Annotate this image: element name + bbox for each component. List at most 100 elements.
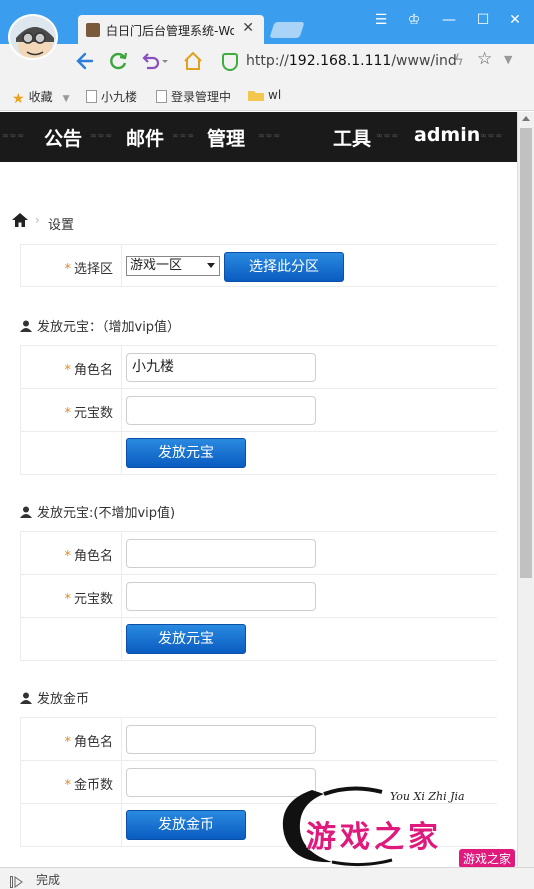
dropdown-arrow-icon <box>207 263 215 268</box>
star-icon: ★ <box>12 91 25 107</box>
submit-row: 发放元宝 <box>20 432 497 475</box>
required-star: * <box>64 406 71 421</box>
role-name-input[interactable] <box>126 725 316 754</box>
bookmark-label: 收藏 <box>28 90 53 104</box>
address-dropdown-icon[interactable]: ▼ <box>504 53 512 66</box>
amount-label: * 元宝数 <box>64 592 113 607</box>
send-ingot-novip-button[interactable]: 发放元宝 <box>126 624 246 654</box>
refresh-icon[interactable] <box>107 50 129 77</box>
browser-navbar: http://192.168.1.111/www/inde ϟ ☆ ▼ <box>0 44 534 80</box>
label-cell <box>20 804 122 846</box>
decoration: ∞∞∞ <box>90 131 113 140</box>
top-navigation: ∞∞∞ 公告 ∞∞∞ 邮件 ∞∞∞ 管理 ∞∞∞ 工具 ∞∞∞ admin ∞∞… <box>0 112 517 162</box>
chevron-right-icon: › <box>35 213 40 227</box>
required-star: * <box>64 592 71 607</box>
status-text: 完成 <box>36 873 61 887</box>
user-icon <box>20 692 32 708</box>
sidebar-toggle-icon[interactable] <box>10 873 24 889</box>
label-cell: * 选择区 <box>20 245 122 286</box>
role-row: * 角色名 小九楼 <box>20 346 497 389</box>
amount-label: * 元宝数 <box>64 406 113 421</box>
undo-icon[interactable] <box>139 50 169 77</box>
user-icon <box>20 320 32 336</box>
zone-dropdown[interactable]: 游戏一区 <box>126 256 220 276</box>
send-gold-button[interactable]: 发放金币 <box>126 810 246 840</box>
bookmark-xiaojiulou[interactable]: 小九楼 <box>86 88 137 106</box>
role-name-input[interactable] <box>126 539 316 568</box>
nav-manage[interactable]: 管理 <box>207 124 245 151</box>
bookmark-login-admin[interactable]: 登录管理中 <box>156 88 231 106</box>
ingot-amount-input[interactable] <box>126 582 316 611</box>
section-title: 发放元宝:(不增加vip值) <box>20 502 175 522</box>
amount-row: * 元宝数 <box>20 389 497 432</box>
url-text[interactable]: http://192.168.1.111/www/inde <box>246 53 456 69</box>
address-bar[interactable]: http://192.168.1.111/www/inde ϟ ☆ ▼ <box>214 49 512 75</box>
favorite-star-icon[interactable]: ☆ <box>477 49 492 69</box>
required-star: * <box>64 735 71 750</box>
label-cell <box>20 618 122 660</box>
breadcrumb-current: 设置 <box>48 218 75 233</box>
watermark-badge: 游戏之家 <box>458 849 515 868</box>
amount-label: * 金币数 <box>64 778 113 793</box>
bookmark-wl[interactable]: wl <box>248 88 281 104</box>
amount-row: * 元宝数 <box>20 575 497 618</box>
home-browser-icon[interactable] <box>182 50 204 77</box>
scroll-thumb[interactable] <box>520 128 532 578</box>
label-cell: * 角色名 <box>20 346 122 388</box>
page-icon <box>86 90 97 106</box>
section-title: 发放元宝：（增加vip值） <box>20 316 180 336</box>
label-cell: * 金币数 <box>20 761 122 803</box>
back-icon[interactable] <box>74 50 96 77</box>
select-zone-button[interactable]: 选择此分区 <box>224 252 344 282</box>
maximize-icon[interactable]: ☐ <box>474 12 492 28</box>
label-cell: * 元宝数 <box>20 389 122 431</box>
label-cell <box>20 432 122 474</box>
send-ingot-vip-button[interactable]: 发放元宝 <box>126 438 246 468</box>
minimize-icon[interactable]: — <box>440 12 458 28</box>
label-cell: * 元宝数 <box>20 575 122 617</box>
folder-icon <box>248 89 264 104</box>
user-icon <box>20 506 32 522</box>
browser-tab[interactable]: 白日门后台管理系统-Wo ✕ <box>78 15 264 45</box>
bookmark-favorites[interactable]: ★ 收藏 ▼ <box>12 88 70 107</box>
required-star: * <box>64 262 71 277</box>
submit-row: 发放元宝 <box>20 618 497 661</box>
decoration: ∞∞∞ <box>376 131 399 140</box>
nav-announcement[interactable]: 公告 <box>44 124 82 151</box>
label-cell: * 角色名 <box>20 718 122 760</box>
page-icon <box>156 90 167 106</box>
watermark-title: 游戏之家 <box>306 820 442 855</box>
role-label: * 角色名 <box>64 549 113 564</box>
required-star: * <box>64 549 71 564</box>
scroll-up-icon[interactable] <box>522 116 530 121</box>
site-favicon-icon <box>86 23 100 37</box>
bookmark-label: 小九楼 <box>101 90 138 104</box>
role-name-input[interactable]: 小九楼 <box>126 353 316 382</box>
tab-close-icon[interactable]: ✕ <box>242 20 254 36</box>
zone-selected-value: 游戏一区 <box>130 258 183 273</box>
nav-mail[interactable]: 邮件 <box>126 124 164 151</box>
decoration: ∞∞∞ <box>258 131 281 140</box>
role-row: * 角色名 <box>20 532 497 575</box>
decoration: ∞∞∞ <box>172 131 195 140</box>
form-ingot-novip: * 角色名 * 元宝数 发放元宝 <box>20 531 497 661</box>
nav-tools[interactable]: 工具 <box>333 124 371 151</box>
bookmark-label: wl <box>268 88 282 102</box>
skin-icon[interactable]: ♔ <box>405 12 423 28</box>
page-scrollbar[interactable] <box>517 112 534 867</box>
menu-icon[interactable]: ☰ <box>372 12 390 28</box>
new-tab-button[interactable] <box>269 22 305 38</box>
ingot-amount-input[interactable] <box>126 396 316 425</box>
role-row: * 角色名 <box>20 718 497 761</box>
role-label: * 角色名 <box>64 735 113 750</box>
tab-title: 白日门后台管理系统-Wo <box>106 24 234 38</box>
lightning-icon[interactable]: ϟ <box>454 51 464 69</box>
window-close-icon[interactable]: ✕ <box>506 12 524 28</box>
watermark-script: You Xi Zhi Jia <box>390 790 465 803</box>
nav-admin[interactable]: admin <box>414 124 480 146</box>
security-shield-icon <box>222 53 238 71</box>
decoration: ∞∞∞ <box>480 131 503 140</box>
bookmark-label: 登录管理中 <box>171 90 232 104</box>
home-icon[interactable] <box>12 213 28 231</box>
site-watermark: You Xi Zhi Jia 游戏之家 游戏之家 <box>272 782 517 870</box>
